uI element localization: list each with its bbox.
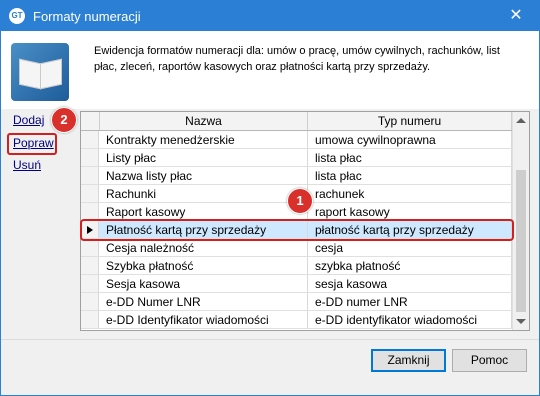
row-indicator-cell[interactable] [81,275,99,293]
cell-type[interactable]: umowa cywilnoprawna [308,131,512,149]
window-title: Formaty numeracji [33,9,141,24]
cell-type[interactable]: rachunek [308,185,512,203]
cell-name[interactable]: e-DD Numer LNR [99,293,308,311]
row-indicator-cell[interactable] [81,185,99,203]
column-header-type[interactable]: Typ numeru [308,112,512,130]
annotation-badge-1: 1 [287,188,313,214]
annotation-badge-2: 2 [51,107,77,133]
table-row[interactable]: Szybka płatność szybka płatność [81,257,512,275]
row-indicator-cell[interactable] [81,311,99,329]
table-row[interactable]: Sesja kasowa sesja kasowa [81,275,512,293]
add-link[interactable]: Dodaj [13,113,44,127]
cell-type[interactable]: lista płac [308,149,512,167]
cell-type[interactable]: lista płac [308,167,512,185]
close-icon[interactable]: ✕ [493,1,539,31]
app-icon: GT [9,8,25,24]
row-indicator-cell[interactable] [81,131,99,149]
header-indicator-cell [81,112,100,130]
cell-name[interactable]: Listy płac [99,149,308,167]
selected-row-highlight [80,219,514,241]
delete-link[interactable]: Usuń [13,158,41,172]
book-icon [11,43,69,101]
scroll-up-icon[interactable] [516,118,526,123]
cell-name[interactable]: Sesja kasowa [99,275,308,293]
table-row[interactable]: Kontrakty menedżerskie umowa cywilnoprawn… [81,131,512,149]
cell-name[interactable]: Szybka płatność [99,257,308,275]
title-bar: GT Formaty numeracji ✕ [1,1,539,31]
table-row[interactable]: Cesja należność cesja [81,239,512,257]
close-button[interactable]: Zamknij [371,349,446,372]
table-row[interactable]: Listy płac lista płac [81,149,512,167]
cell-name[interactable]: Nazwa listy płac [99,167,308,185]
scroll-down-icon[interactable] [516,319,526,324]
column-header-name[interactable]: Nazwa [100,112,308,130]
cell-name[interactable]: e-DD Identyfikator wiadomości [99,311,308,329]
cell-type[interactable]: e-DD identyfikator wiadomości [308,311,512,329]
cell-type[interactable]: cesja [308,239,512,257]
vertical-scrollbar[interactable] [512,112,529,330]
edit-link-highlight [7,133,57,155]
table-row[interactable]: e-DD Numer LNR e-DD numer LNR [81,293,512,311]
cell-type[interactable]: e-DD numer LNR [308,293,512,311]
row-indicator-cell[interactable] [81,149,99,167]
help-button[interactable]: Pomoc [452,349,527,372]
row-indicator-cell[interactable] [81,167,99,185]
row-indicator-cell[interactable] [81,257,99,275]
cell-name[interactable]: Rachunki [99,185,308,203]
cell-type[interactable]: sesja kasowa [308,275,512,293]
dialog-window: GT Formaty numeracji ✕ Ewidencja formató… [0,0,540,396]
table-row[interactable]: e-DD Identyfikator wiadomości e-DD identy… [81,311,512,329]
scroll-thumb[interactable] [516,170,526,312]
header-description: Ewidencja formatów numeracji dla: umów o… [94,45,500,73]
cell-name[interactable]: Kontrakty menedżerskie [99,131,308,149]
cell-type[interactable]: szybka płatność [308,257,512,275]
row-indicator-cell[interactable] [81,293,99,311]
footer-divider [1,339,539,340]
header-panel: Ewidencja formatów numeracji dla: umów o… [1,31,539,109]
table-row[interactable]: Nazwa listy płac lista płac [81,167,512,185]
grid-header: Nazwa Typ numeru [81,112,512,131]
row-indicator-cell[interactable] [81,239,99,257]
cell-name[interactable]: Cesja należność [99,239,308,257]
